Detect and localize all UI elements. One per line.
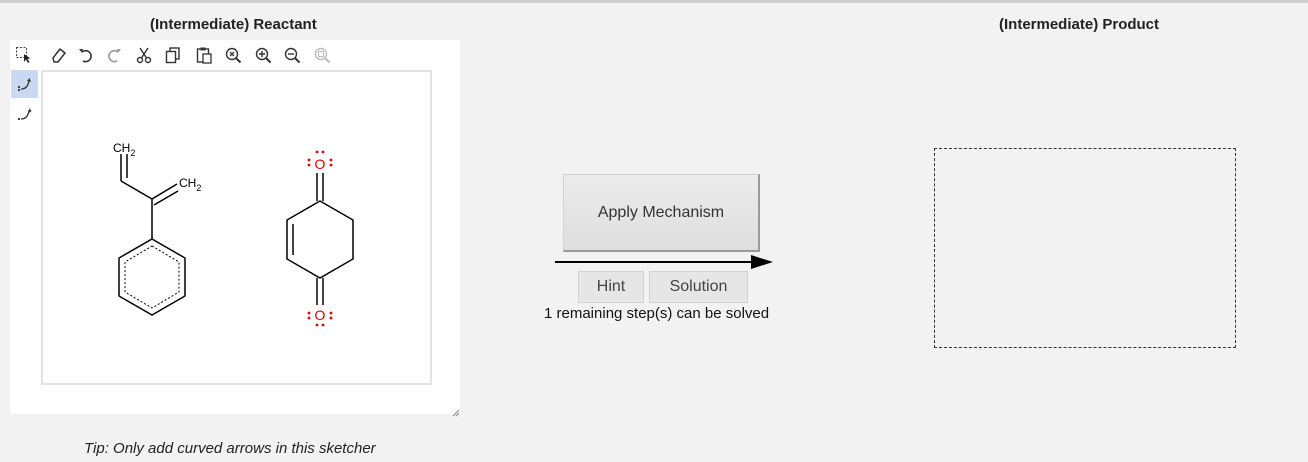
hint-button[interactable]: Hint [578,271,644,303]
solution-button[interactable]: Solution [649,271,748,303]
erase-button[interactable] [49,45,69,65]
cut-button[interactable] [134,45,154,65]
curved-arrow-single-tool[interactable] [11,100,38,128]
diene-molecule [118,154,186,316]
paste-icon [196,47,212,64]
zoom-fit-icon [314,47,331,64]
zoom-out-icon [284,47,301,64]
sketcher-tip: Tip: Only add curved arrows in this sket… [84,440,376,457]
diene-ch2-top-label: CH2 [113,141,135,158]
curved-arrow-pair-icon [17,78,31,92]
apply-mechanism-button[interactable]: Apply Mechanism [563,174,760,252]
svg-text:O: O [315,156,326,172]
eraser-icon [52,48,66,63]
top-border [0,0,1308,3]
reaction-arrow [555,255,773,269]
copy-icon [165,47,180,64]
reactant-sketcher: CH2 CH2 O O [10,40,460,417]
paste-button[interactable] [194,45,214,65]
zoom-reset-icon [225,47,242,64]
redo-button[interactable] [104,45,124,65]
copy-button[interactable] [163,45,183,65]
product-title: (Intermediate) Product [999,16,1160,33]
select-icon [16,47,31,63]
redo-icon [108,49,121,63]
undo-icon [79,49,92,63]
svg-text:O: O [315,307,326,323]
zoom-in-icon [255,47,272,64]
reactant-title: (Intermediate) Reactant [150,16,317,33]
resize-grip-icon [452,409,460,417]
cut-icon [136,47,152,64]
reaction-molecules: CH2 CH2 O O [113,141,354,327]
remaining-steps-text: 1 remaining step(s) can be solved [544,305,770,322]
diene-ch2-right-label: CH2 [179,176,201,193]
sketcher-resize-grip[interactable] [450,404,460,417]
zoom-reset-button[interactable] [223,45,243,65]
sketcher-side-tools [10,70,40,150]
zoom-in-button[interactable] [253,45,273,65]
zoom-fit-button[interactable] [312,45,332,65]
dione-oxygen-top: O [307,150,333,172]
undo-button[interactable] [76,45,96,65]
product-drop-area[interactable] [934,148,1236,348]
dione-oxygen-bottom: O [307,307,333,327]
select-tool-button[interactable] [14,45,34,65]
zoom-out-button[interactable] [282,45,302,65]
dione-molecule [286,173,354,305]
sketcher-toolbar [10,40,460,70]
curved-arrow-pair-tool[interactable] [11,70,38,98]
drawing-canvas[interactable]: CH2 CH2 O O [41,70,432,385]
curved-arrow-single-icon [17,108,31,121]
